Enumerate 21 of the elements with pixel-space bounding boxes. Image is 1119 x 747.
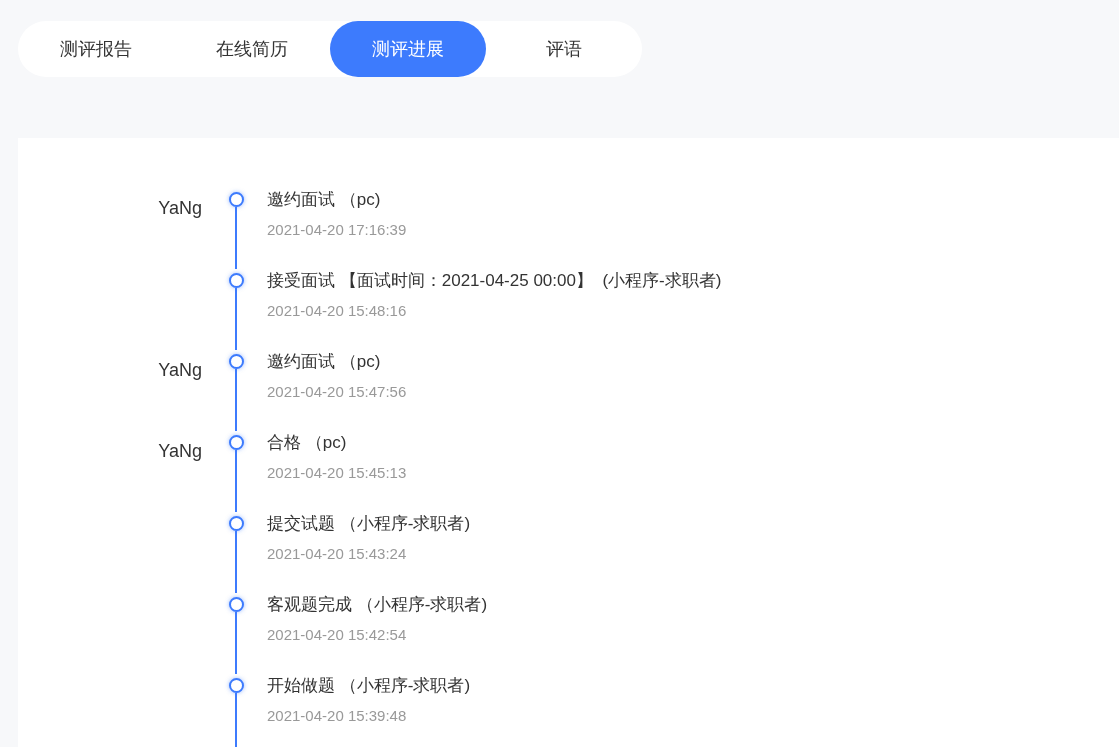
event-title: 客观题完成 （小程序-求职者) xyxy=(267,594,488,616)
tab[interactable]: 评语 xyxy=(486,21,642,77)
event-time: 2021-04-20 17:16:39 xyxy=(267,221,407,238)
tab[interactable]: 在线简历 xyxy=(174,21,330,77)
event-time: 2021-04-20 15:43:24 xyxy=(267,545,408,562)
operator-name: YaNg xyxy=(158,441,202,462)
event-time: 2021-04-20 15:45:13 xyxy=(267,464,407,481)
event-title: 提交试题 （小程序-求职者) xyxy=(267,513,471,535)
event-time: 2021-04-20 15:39:48 xyxy=(267,707,408,724)
tab[interactable]: 测评报告 xyxy=(18,21,174,77)
event-time: 2021-04-20 15:42:54 xyxy=(267,626,408,643)
event-title: 开始做题 （小程序-求职者) xyxy=(267,675,471,697)
operator-name: YaNg xyxy=(158,198,202,219)
event-time: 2021-04-20 15:47:56 xyxy=(267,383,407,400)
event-title: 合格 （pc) xyxy=(267,432,348,454)
operator-name: YaNg xyxy=(158,360,202,381)
event-time: 2021-04-20 15:48:16 xyxy=(267,302,408,319)
event-title: 邀约面试 （pc) xyxy=(267,351,382,373)
tab[interactable]: 测评进展 xyxy=(330,21,486,77)
event-title: 接受面试 【面试时间：2021-04-25 00:00】 (小程序-求职者) xyxy=(267,270,722,292)
event-title: 邀约面试 （pc) xyxy=(267,189,382,211)
